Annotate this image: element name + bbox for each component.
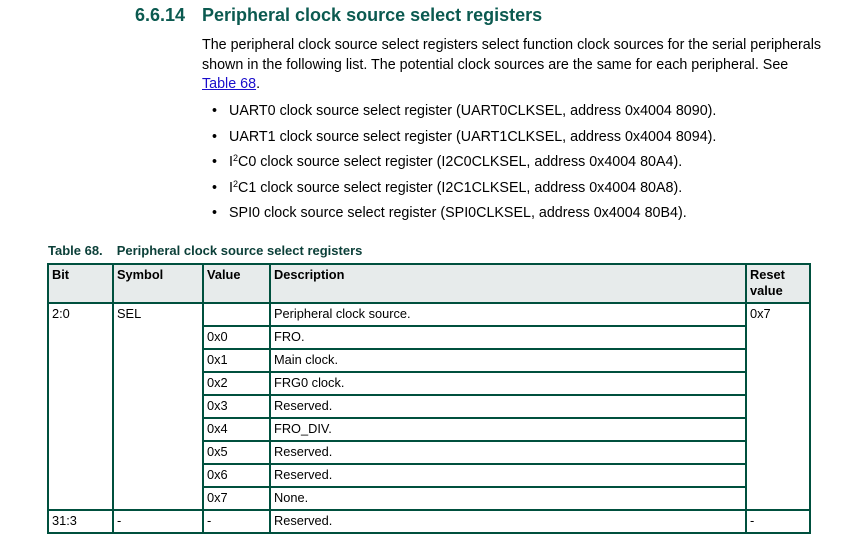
cell-value bbox=[202, 302, 271, 327]
section-heading: 6.6.14 Peripheral clock source select re… bbox=[135, 5, 542, 26]
cell-value: 0x2 bbox=[202, 371, 271, 396]
header-bit: Bit bbox=[47, 263, 114, 304]
cell-description: Reserved. bbox=[269, 509, 747, 534]
header-value: Value bbox=[202, 263, 271, 304]
header-symbol: Symbol bbox=[112, 263, 204, 304]
cell-symbol: - bbox=[112, 509, 204, 534]
table-68-link[interactable]: Table 68 bbox=[202, 76, 256, 92]
section-number: 6.6.14 bbox=[135, 5, 186, 25]
list-item: UART0 clock source select register (UART… bbox=[212, 103, 716, 129]
cell-description: FRG0 clock. bbox=[269, 371, 747, 396]
cell-description: Reserved. bbox=[269, 394, 747, 419]
cell-description: FRO. bbox=[269, 325, 747, 350]
cell-value: 0x0 bbox=[202, 325, 271, 350]
list-item: I2C0 clock source select register (I2C0C… bbox=[212, 154, 716, 180]
table-row: 31:3 - - Reserved. - bbox=[47, 509, 811, 534]
header-reset: Reset value bbox=[745, 263, 811, 304]
table-header-row: Bit Symbol Value Description Reset value bbox=[47, 263, 811, 304]
list-item: SPI0 clock source select register (SPI0C… bbox=[212, 205, 716, 231]
cell-value: 0x4 bbox=[202, 417, 271, 442]
header-description: Description bbox=[269, 263, 747, 304]
cell-value: 0x7 bbox=[202, 486, 271, 511]
cell-bit: 2:0 bbox=[47, 302, 114, 511]
cell-description: Reserved. bbox=[269, 463, 747, 488]
list-item: I2C1 clock source select register (I2C1C… bbox=[212, 179, 716, 206]
cell-description: FRO_DIV. bbox=[269, 417, 747, 442]
cell-reset: - bbox=[745, 509, 811, 534]
cell-description: Peripheral clock source. bbox=[269, 302, 747, 327]
section-title: Peripheral clock source select registers bbox=[202, 5, 543, 25]
cell-reset: 0x7 bbox=[745, 302, 811, 511]
register-table: Bit Symbol Value Description Reset value… bbox=[47, 263, 811, 534]
cell-value: 0x5 bbox=[202, 440, 271, 465]
table-row: 2:0 SEL Peripheral clock source. 0x7 bbox=[47, 302, 811, 511]
cell-symbol: SEL bbox=[112, 302, 204, 511]
cell-bit: 31:3 bbox=[47, 509, 114, 534]
cell-value: 0x1 bbox=[202, 348, 271, 373]
cell-description: Reserved. bbox=[269, 440, 747, 465]
table-caption: Table 68. Peripheral clock source select … bbox=[48, 243, 363, 258]
list-item: UART1 clock source select register (UART… bbox=[212, 129, 716, 155]
cell-value: 0x6 bbox=[202, 463, 271, 488]
cell-description: None. bbox=[269, 486, 747, 511]
cell-value: 0x3 bbox=[202, 394, 271, 419]
register-list: UART0 clock source select register (UART… bbox=[212, 103, 716, 231]
cell-value: - bbox=[202, 509, 271, 534]
cell-description: Main clock. bbox=[269, 348, 747, 373]
intro-paragraph: The peripheral clock source select regis… bbox=[202, 37, 822, 92]
